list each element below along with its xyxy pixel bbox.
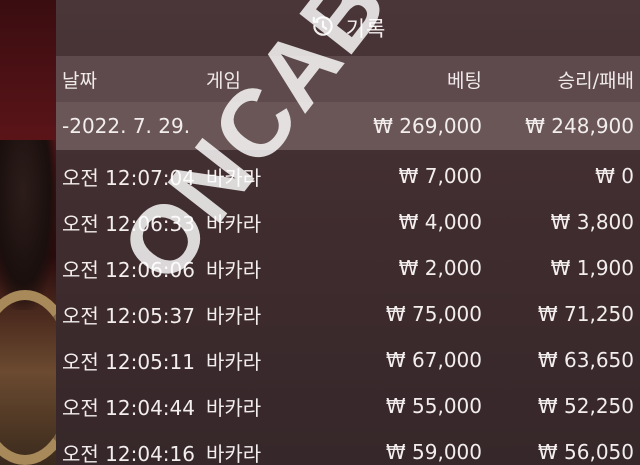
row-game: 바카라 bbox=[206, 211, 262, 236]
header-win-loss: 승리/패배 bbox=[557, 69, 634, 92]
page-title: 기록 bbox=[345, 17, 387, 41]
header-game: 게임 bbox=[206, 69, 241, 92]
row-time: 오전 12:05:37 bbox=[62, 303, 195, 328]
table-row[interactable]: 오전 12:05:11 바카라 ₩ 67,000 ₩ 63,650 bbox=[56, 336, 640, 384]
row-bet: ₩ 2,000 bbox=[398, 256, 482, 280]
history-icon bbox=[310, 13, 336, 43]
table-row[interactable]: 오전 12:05:37 바카라 ₩ 75,000 ₩ 71,250 bbox=[56, 290, 640, 338]
summary-bet: ₩ 269,000 bbox=[373, 114, 482, 138]
header-date: 날짜 bbox=[62, 69, 97, 92]
row-time: 오전 12:04:16 bbox=[62, 441, 195, 465]
row-bet: ₩ 67,000 bbox=[385, 348, 482, 372]
row-time: 오전 12:06:06 bbox=[62, 257, 195, 282]
row-game: 바카라 bbox=[206, 349, 262, 374]
row-bet: ₩ 7,000 bbox=[398, 164, 482, 188]
row-game: 바카라 bbox=[206, 257, 262, 282]
row-win: ₩ 52,250 bbox=[537, 394, 634, 418]
row-game: 바카라 bbox=[206, 441, 262, 465]
summary-date: -2022. 7. 29. bbox=[62, 114, 191, 138]
header-bet: 베팅 bbox=[447, 69, 482, 92]
row-win: ₩ 56,050 bbox=[537, 440, 634, 464]
row-win: ₩ 0 bbox=[595, 164, 634, 188]
title-bar: 기록 bbox=[56, 0, 640, 56]
summary-win: ₩ 248,900 bbox=[525, 114, 634, 138]
dealer-figure bbox=[0, 140, 58, 310]
table-row[interactable]: 오전 12:06:06 바카라 ₩ 2,000 ₩ 1,900 bbox=[56, 244, 640, 292]
row-win: ₩ 63,650 bbox=[537, 348, 634, 372]
history-panel: 기록 날짜 게임 베팅 승리/패배 -2022. 7. 29. ₩ 269,00… bbox=[56, 0, 640, 465]
table-row[interactable]: 오전 12:06:33 바카라 ₩ 4,000 ₩ 3,800 bbox=[56, 198, 640, 246]
table-row[interactable]: 오전 12:07:04 바카라 ₩ 7,000 ₩ 0 bbox=[56, 152, 640, 200]
date-summary-row[interactable]: -2022. 7. 29. ₩ 269,000 ₩ 248,900 bbox=[56, 102, 640, 150]
row-game: 바카라 bbox=[206, 303, 262, 328]
table-row[interactable]: 오전 12:04:16 바카라 ₩ 59,000 ₩ 56,050 bbox=[56, 428, 640, 465]
row-bet: ₩ 4,000 bbox=[398, 210, 482, 234]
row-win: ₩ 71,250 bbox=[537, 302, 634, 326]
table-row[interactable]: 오전 12:04:44 바카라 ₩ 55,000 ₩ 52,250 bbox=[56, 382, 640, 430]
table-header: 날짜 게임 베팅 승리/패배 bbox=[56, 56, 640, 102]
row-time: 오전 12:05:11 bbox=[62, 349, 195, 374]
row-time: 오전 12:04:44 bbox=[62, 395, 195, 420]
row-time: 오전 12:07:04 bbox=[62, 165, 195, 190]
row-bet: ₩ 55,000 bbox=[385, 394, 482, 418]
row-time: 오전 12:06:33 bbox=[62, 211, 195, 236]
row-win: ₩ 3,800 bbox=[550, 210, 634, 234]
row-win: ₩ 1,900 bbox=[550, 256, 634, 280]
row-bet: ₩ 75,000 bbox=[385, 302, 482, 326]
row-game: 바카라 bbox=[206, 165, 262, 190]
row-bet: ₩ 59,000 bbox=[385, 440, 482, 464]
row-game: 바카라 bbox=[206, 395, 262, 420]
